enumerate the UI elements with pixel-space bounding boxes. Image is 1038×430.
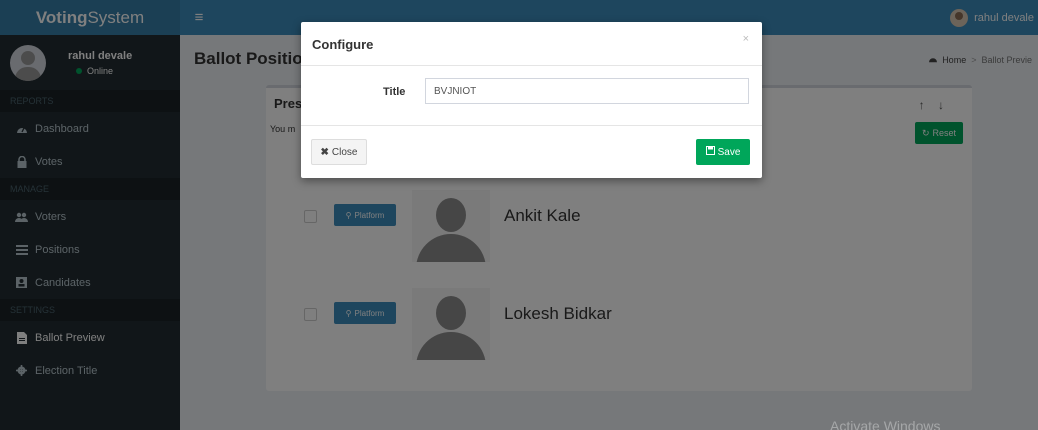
times-icon: ✖ <box>320 146 329 158</box>
modal-title: Configure <box>312 37 374 52</box>
save-icon <box>705 146 715 158</box>
configure-modal: Configure × Title ✖ Close Save <box>301 22 762 178</box>
save-button[interactable]: Save <box>696 139 750 165</box>
close-label: Close <box>331 146 358 158</box>
windows-watermark: Activate Windows <box>830 418 941 430</box>
title-field-label: Title <box>383 86 406 98</box>
modal-header: Configure × <box>301 22 762 66</box>
modal-body: Title <box>301 66 762 126</box>
title-input[interactable] <box>425 78 749 104</box>
save-label: Save <box>717 146 741 158</box>
modal-footer: ✖ Close Save <box>301 126 762 178</box>
close-button[interactable]: ✖ Close <box>311 139 367 165</box>
close-icon[interactable]: × <box>743 33 749 45</box>
